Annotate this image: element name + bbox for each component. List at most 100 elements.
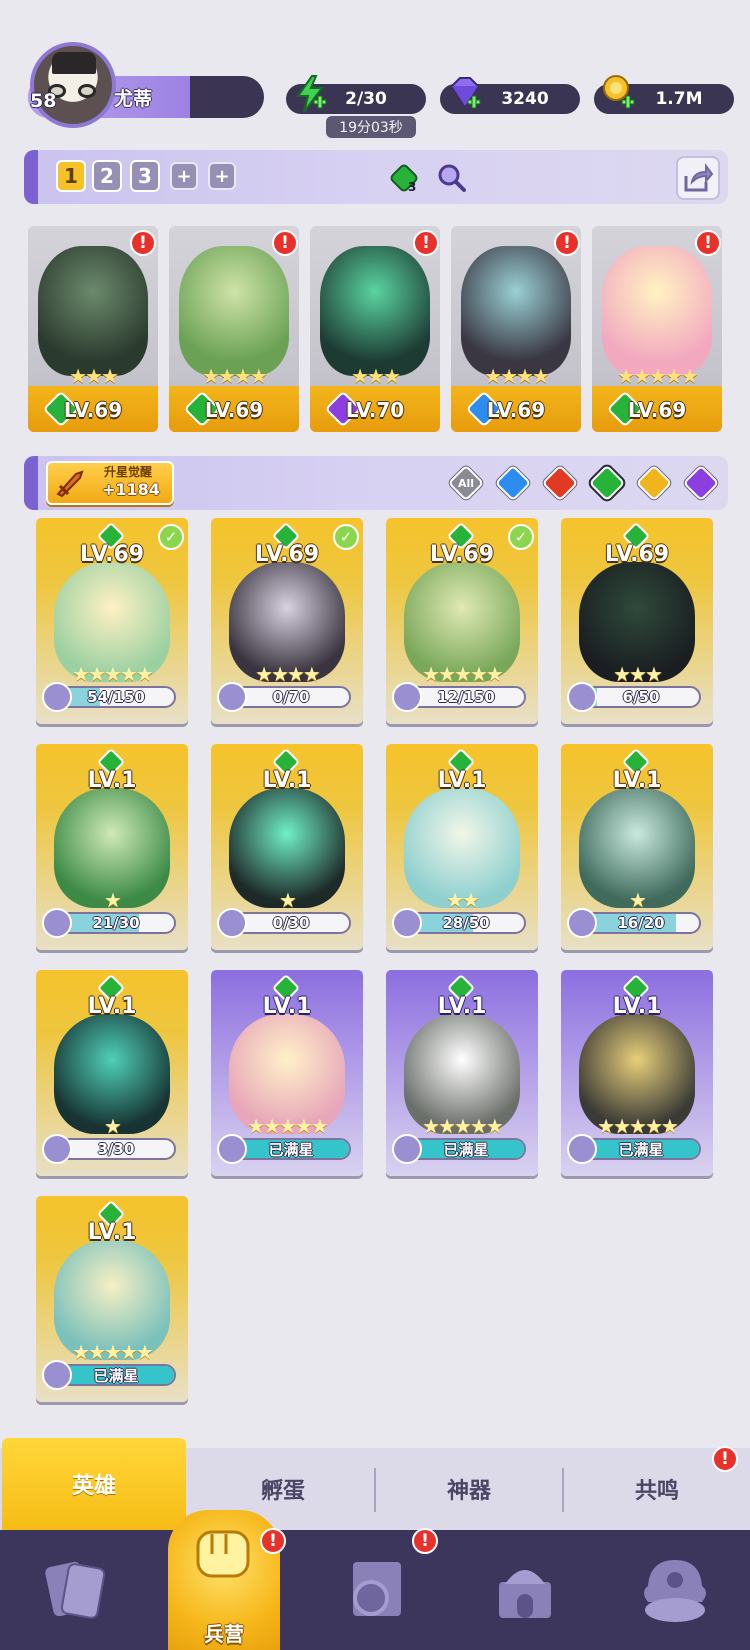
shard-icon (567, 682, 597, 712)
alert-badge: ! (260, 1528, 286, 1554)
shard-progress-text: 54/150 (87, 688, 145, 706)
nature-element-icon (588, 464, 626, 502)
shard-progress-bar: 0/30 (231, 912, 351, 934)
hero-card[interactable]: LV.1 ★ 16/20 (561, 744, 713, 950)
team-add-button[interactable]: + (208, 162, 236, 190)
team-add-button[interactable]: + (170, 162, 198, 190)
hero-card[interactable]: LV.1 ★ 21/30 (36, 744, 188, 950)
alert-badge: ! (272, 230, 298, 256)
share-button[interactable] (676, 156, 720, 200)
hero-card[interactable]: LV.69 ✓ ★★★★ 0/70 (211, 518, 363, 724)
nav-guild[interactable] (600, 1530, 750, 1650)
shard-progress-text: 已满星 (443, 1140, 489, 1159)
hero-stars: ★★★★★ (617, 364, 699, 388)
team-hero-card[interactable]: ★★★★ LV.69 (451, 226, 581, 432)
map-icon (353, 1562, 401, 1616)
shard-progress-text: 已满星 (618, 1140, 664, 1159)
shard-icon (42, 1360, 72, 1390)
team-hero-card[interactable]: ★★★ LV.70 (310, 226, 440, 432)
team-hero-card[interactable]: ★★★ LV.69 (28, 226, 158, 432)
filter-nature-button[interactable] (588, 464, 626, 502)
alert-badge: ! (695, 230, 721, 256)
filter-water-button[interactable] (494, 464, 532, 502)
hero-level: LV.69 (63, 398, 123, 422)
hero-level: LV.1 (437, 768, 487, 793)
check-icon: ✓ (333, 524, 359, 550)
filter-fire-button[interactable] (541, 464, 579, 502)
shard-progress-bar: 28/50 (406, 912, 526, 934)
water-element-icon (494, 464, 532, 502)
gold-coin-icon (603, 75, 635, 109)
hero-card[interactable]: LV.1 ★★★★★ 已满星 (36, 1196, 188, 1402)
shard-progress-bar: 16/20 (581, 912, 701, 934)
hero-card[interactable]: LV.1 ★★★★★ 已满星 (561, 970, 713, 1176)
hero-level: LV.69 (486, 398, 546, 422)
sword-icon (56, 470, 84, 498)
filter-dark-button[interactable] (682, 464, 720, 502)
avatar-hat (52, 52, 96, 74)
castle-icon (499, 1570, 551, 1618)
hero-card[interactable]: LV.1 ★★★★★ 已满星 (386, 970, 538, 1176)
filter-bar-accent (24, 456, 38, 510)
hero-stars: ★★★★ (202, 364, 268, 388)
awaken-title: 升星觉醒 (104, 465, 153, 479)
check-icon: ✓ (508, 524, 534, 550)
shard-progress-bar: 6/50 (581, 686, 701, 708)
hero-card[interactable]: LV.1 ★ 3/30 (36, 970, 188, 1176)
check-icon: ✓ (158, 524, 184, 550)
fire-element-icon (541, 464, 579, 502)
hero-level: LV.1 (87, 768, 137, 793)
shard-progress-text: 28/50 (442, 914, 490, 932)
player-avatar[interactable] (30, 42, 116, 128)
search-icon[interactable] (436, 162, 468, 194)
nature-element-icon[interactable] (386, 160, 422, 196)
nav-barracks-label: 兵营 (204, 1622, 244, 1646)
filter-light-button[interactable] (635, 464, 673, 502)
hero-card[interactable]: LV.69 ✓ ★★★★★ 12/150 (386, 518, 538, 724)
tab-heroes[interactable]: 英雄 (2, 1438, 186, 1530)
team-hero-card[interactable]: ★★★★★ LV.69 (592, 226, 722, 432)
hero-level: LV.1 (262, 768, 312, 793)
player-name: 尤蒂 (114, 88, 153, 110)
tab-artifact[interactable]: 神器 (376, 1448, 562, 1530)
shard-icon (42, 908, 72, 938)
shard-progress-bar: 21/30 (56, 912, 176, 934)
hero-level: LV.1 (437, 994, 487, 1019)
team-hero-card[interactable]: ★★★★ LV.69 (169, 226, 299, 432)
alert-badge: ! (554, 230, 580, 256)
team-tab-3[interactable]: 3 (130, 160, 160, 192)
shard-progress-bar: 3/30 (56, 1138, 176, 1160)
shard-icon (567, 908, 597, 938)
hero-level: LV.69 (627, 398, 687, 422)
nav-castle[interactable] (450, 1530, 600, 1650)
shard-icon (217, 908, 247, 938)
hero-card[interactable]: LV.69 ★★★ 6/50 (561, 518, 713, 724)
filter-all-button[interactable]: All (447, 464, 485, 502)
share-icon (684, 163, 714, 192)
shard-icon (392, 1134, 422, 1164)
hero-portrait (38, 246, 148, 376)
shard-icon (217, 682, 247, 712)
shard-icon (567, 1134, 597, 1164)
shard-progress-bar: 已满星 (56, 1364, 176, 1386)
hero-portrait (179, 246, 289, 376)
hero-card[interactable]: LV.69 ✓ ★★★★★ 54/150 (36, 518, 188, 724)
shard-icon (217, 1134, 247, 1164)
hero-card[interactable]: LV.1 ★ 0/30 (211, 744, 363, 950)
shard-progress-bar: 已满星 (581, 1138, 701, 1160)
cards-icon (45, 1561, 106, 1619)
shard-progress-text: 0/30 (272, 914, 310, 932)
hero-card[interactable]: LV.1 ★★★★★ 已满星 (211, 970, 363, 1176)
shard-progress-text: 21/30 (92, 914, 140, 932)
hero-card[interactable]: LV.1 ★★ 28/50 (386, 744, 538, 950)
alert-badge: ! (413, 230, 439, 256)
team-tab-1[interactable]: 1 (56, 160, 86, 192)
team-tab-2[interactable]: 2 (92, 160, 122, 192)
guild-icon (644, 1560, 706, 1622)
team-bar-accent (24, 150, 38, 204)
hero-level: LV.1 (87, 1220, 137, 1245)
alert-badge: ! (712, 1446, 738, 1472)
nav-cards[interactable] (0, 1530, 150, 1650)
shard-progress-bar: 12/150 (406, 686, 526, 708)
hero-level: LV.69 (204, 398, 264, 422)
